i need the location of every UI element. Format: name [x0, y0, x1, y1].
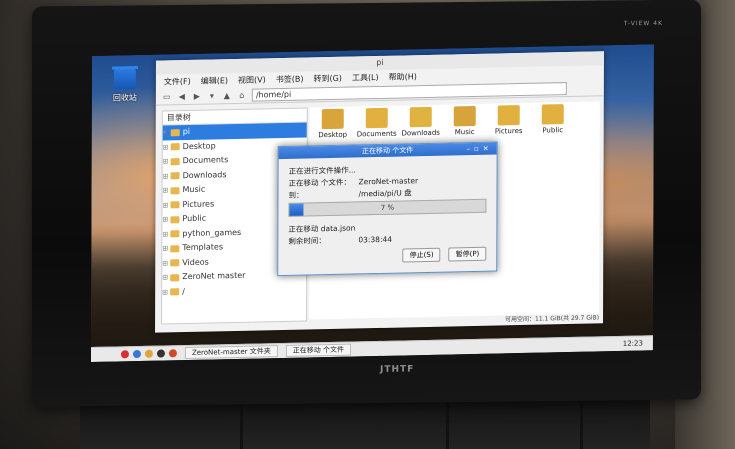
dialog-buttons: 停止(S) 暂停(P): [402, 246, 487, 263]
task-move-dialog[interactable]: 正在移动 个文件: [285, 343, 352, 357]
menu-help[interactable]: 帮助(H): [389, 71, 417, 83]
progress-fill: [289, 203, 304, 216]
browser-icon[interactable]: [132, 349, 141, 359]
download-folder-icon: [409, 106, 432, 128]
folder-icon: [170, 186, 180, 195]
destination-value: /media/pi/U 盘: [358, 187, 412, 198]
dialog-body: 正在进行文件操作... 正在移动 个文件： ZeroNet-master 到： …: [278, 155, 496, 254]
raspberry-menu-icon[interactable]: [120, 350, 129, 359]
folder-documents[interactable]: Documents: [356, 107, 398, 139]
folder-icon: [170, 172, 180, 180]
launcher-icons: [91, 349, 177, 359]
monitor-logo: JTHTF: [380, 364, 415, 375]
menu-edit[interactable]: 编辑(E): [201, 75, 228, 87]
tree-item-root[interactable]: ⊞ /: [162, 282, 306, 300]
pause-button[interactable]: 暂停(P): [448, 246, 487, 262]
folder-public[interactable]: Public: [532, 104, 574, 135]
menu-file[interactable]: 文件(F): [164, 75, 191, 87]
menu-bookmarks[interactable]: 书签(B): [276, 73, 304, 85]
trash-icon: [113, 69, 136, 90]
progress-bar: 7 %: [288, 198, 487, 217]
folder-icon: [170, 259, 180, 267]
desktop-trash[interactable]: 回收站: [110, 69, 140, 104]
terminal-icon[interactable]: [156, 349, 165, 358]
monitor-screen: 回收站 pi 文件(F) 编辑(E) 视图(V) 书签(B) 转到(G) 工具(…: [90, 44, 654, 363]
music-folder-icon: [453, 105, 476, 127]
expand-icon[interactable]: ⊞: [162, 227, 170, 242]
remaining-value: 03:38:44: [358, 234, 393, 244]
folder-icon: [170, 288, 180, 296]
folder-icon: [170, 244, 180, 253]
pictures-folder-icon: [497, 105, 520, 126]
folder-icon: [170, 215, 180, 224]
up-icon[interactable]: ▲: [222, 91, 232, 100]
folder-icon: [170, 128, 180, 137]
folder-desktop[interactable]: Desktop: [312, 108, 354, 140]
expand-icon[interactable]: ⊞: [162, 270, 170, 285]
cable-middle: [446, 400, 449, 449]
back-icon[interactable]: ◀: [177, 92, 187, 101]
history-icon[interactable]: ▾: [207, 91, 217, 100]
expand-icon[interactable]: ⊞: [162, 241, 170, 256]
moving-value: ZeroNet-master: [358, 175, 419, 186]
expand-icon[interactable]: ⊞: [163, 169, 171, 184]
expand-icon[interactable]: ⊞: [162, 212, 170, 227]
task-file-manager[interactable]: ZeroNet-master 文件夹: [184, 345, 278, 360]
file-manager-icon[interactable]: [144, 349, 153, 358]
menu-tools[interactable]: 工具(L): [352, 71, 379, 83]
cable-right: [580, 400, 583, 449]
moving-label: 正在移动 个文件：: [288, 177, 351, 188]
folder-icon: [170, 230, 180, 238]
expand-icon[interactable]: ⊞: [162, 183, 170, 198]
remaining-label: 剩余时间：: [288, 235, 326, 246]
folder-icon: [170, 157, 180, 166]
stop-button[interactable]: 停止(S): [402, 247, 441, 263]
cable-left: [240, 400, 243, 449]
forward-icon[interactable]: ▶: [192, 91, 202, 100]
trash-label: 回收站: [112, 93, 137, 103]
move-progress-dialog: 正在移动 个文件 –▫✕ 正在进行文件操作... 正在移动 个文件： ZeroN…: [277, 141, 498, 277]
collapse-icon[interactable]: ▾: [163, 125, 171, 140]
folder-icon: [170, 143, 180, 151]
free-space: 可用空间：11.1 GiB(共: [505, 315, 570, 324]
public-folder-icon: [541, 104, 564, 125]
menu-view[interactable]: 视图(V): [238, 74, 266, 86]
app-icon[interactable]: [168, 349, 177, 358]
expand-icon[interactable]: ⊞: [163, 140, 171, 155]
folder-downloads[interactable]: Downloads: [400, 106, 442, 138]
expand-icon[interactable]: ⊞: [162, 256, 170, 271]
folder-pictures[interactable]: Pictures: [488, 105, 530, 136]
folder-icon: [365, 107, 388, 129]
folder-music[interactable]: Music: [444, 105, 486, 137]
folder-icon: [170, 273, 180, 282]
folder-icon: [321, 108, 344, 130]
expand-icon[interactable]: ⊞: [163, 154, 171, 169]
total-space: 29.7 GiB): [570, 314, 600, 322]
dialog-title: 正在移动 个文件: [362, 146, 414, 156]
monitor-stand: [80, 398, 650, 449]
monitor-brand: T-VIEW 4K: [623, 19, 663, 28]
new-tab-icon[interactable]: ▭: [162, 92, 172, 101]
progress-text: 7 %: [380, 203, 395, 212]
expand-icon[interactable]: ⊞: [162, 285, 170, 300]
destination-label: 到：: [288, 190, 304, 200]
menu-go[interactable]: 转到(G): [313, 72, 341, 84]
window-controls[interactable]: –▫✕: [467, 143, 493, 156]
folder-icon: [170, 201, 180, 209]
home-icon[interactable]: ⌂: [237, 90, 247, 99]
clock: 12:23: [622, 339, 643, 348]
expand-icon[interactable]: ⊞: [162, 198, 170, 213]
